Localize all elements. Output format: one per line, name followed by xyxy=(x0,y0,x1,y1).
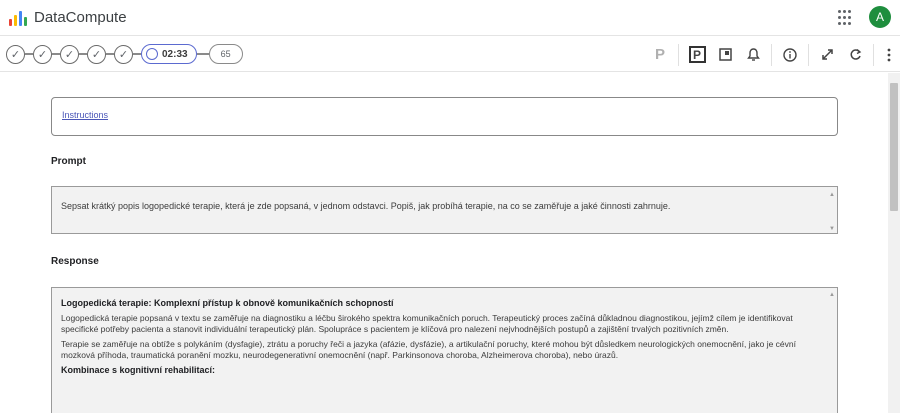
scroll-down-icon[interactable]: ▼ xyxy=(829,223,835,232)
expand-icon[interactable] xyxy=(813,41,841,69)
task-toolbar: ✓ ✓ ✓ ✓ ✓ 02:33 65 P P xyxy=(0,37,900,72)
prompt-label: Prompt xyxy=(51,156,86,167)
response-textarea[interactable]: Logopedická terapie: Komplexní přístup k… xyxy=(51,287,838,413)
task-count: 65 xyxy=(208,44,243,64)
instructions-panel: Instructions xyxy=(51,97,838,136)
p-box-button[interactable]: P xyxy=(683,41,711,69)
datacompute-logo xyxy=(9,10,27,26)
p-toggle-button[interactable]: P xyxy=(646,41,674,69)
apps-grid-icon[interactable] xyxy=(838,10,854,26)
timer-value: 02:33 xyxy=(162,48,188,60)
response-paragraph: Terapie se zaměřuje na obtíže s polykání… xyxy=(61,339,796,360)
task-content: Instructions Prompt Sepsat krátký popis … xyxy=(0,73,888,413)
app-header: DataCompute A xyxy=(0,0,900,36)
panel-icon[interactable] xyxy=(711,41,739,69)
refresh-icon[interactable] xyxy=(841,41,869,69)
step-complete-icon[interactable]: ✓ xyxy=(87,44,106,64)
step-complete-icon[interactable]: ✓ xyxy=(60,44,79,64)
timer: 02:33 xyxy=(141,44,197,64)
toolbar-actions: P P xyxy=(646,37,900,72)
instructions-link[interactable]: Instructions xyxy=(62,110,108,120)
scroll-up-icon[interactable]: ▲ xyxy=(829,290,835,298)
clock-icon xyxy=(146,48,158,60)
progress-steps: ✓ ✓ ✓ ✓ ✓ 02:33 65 xyxy=(6,44,243,64)
more-menu-icon[interactable] xyxy=(878,41,900,69)
avatar[interactable]: A xyxy=(869,6,891,28)
scrollbar-thumb[interactable] xyxy=(890,83,898,211)
response-subheading: Kombinace s kognitivní rehabilitací: xyxy=(61,365,216,375)
info-icon[interactable] xyxy=(776,41,804,69)
scroll-up-icon[interactable]: ▲ xyxy=(829,189,835,198)
response-label: Response xyxy=(51,256,99,267)
response-paragraph: Logopedická terapie popsaná v textu se z… xyxy=(61,313,793,334)
prompt-text: Sepsat krátký popis logopedické terapie,… xyxy=(61,201,671,211)
bell-icon[interactable] xyxy=(739,41,767,69)
prompt-textarea[interactable]: Sepsat krátký popis logopedické terapie,… xyxy=(51,186,838,234)
step-complete-icon[interactable]: ✓ xyxy=(6,44,25,64)
step-complete-icon[interactable]: ✓ xyxy=(114,44,133,64)
step-complete-icon[interactable]: ✓ xyxy=(33,44,52,64)
page-scrollbar[interactable] xyxy=(888,73,900,413)
response-heading: Logopedická terapie: Komplexní přístup k… xyxy=(61,298,394,308)
app-title: DataCompute xyxy=(34,9,127,26)
